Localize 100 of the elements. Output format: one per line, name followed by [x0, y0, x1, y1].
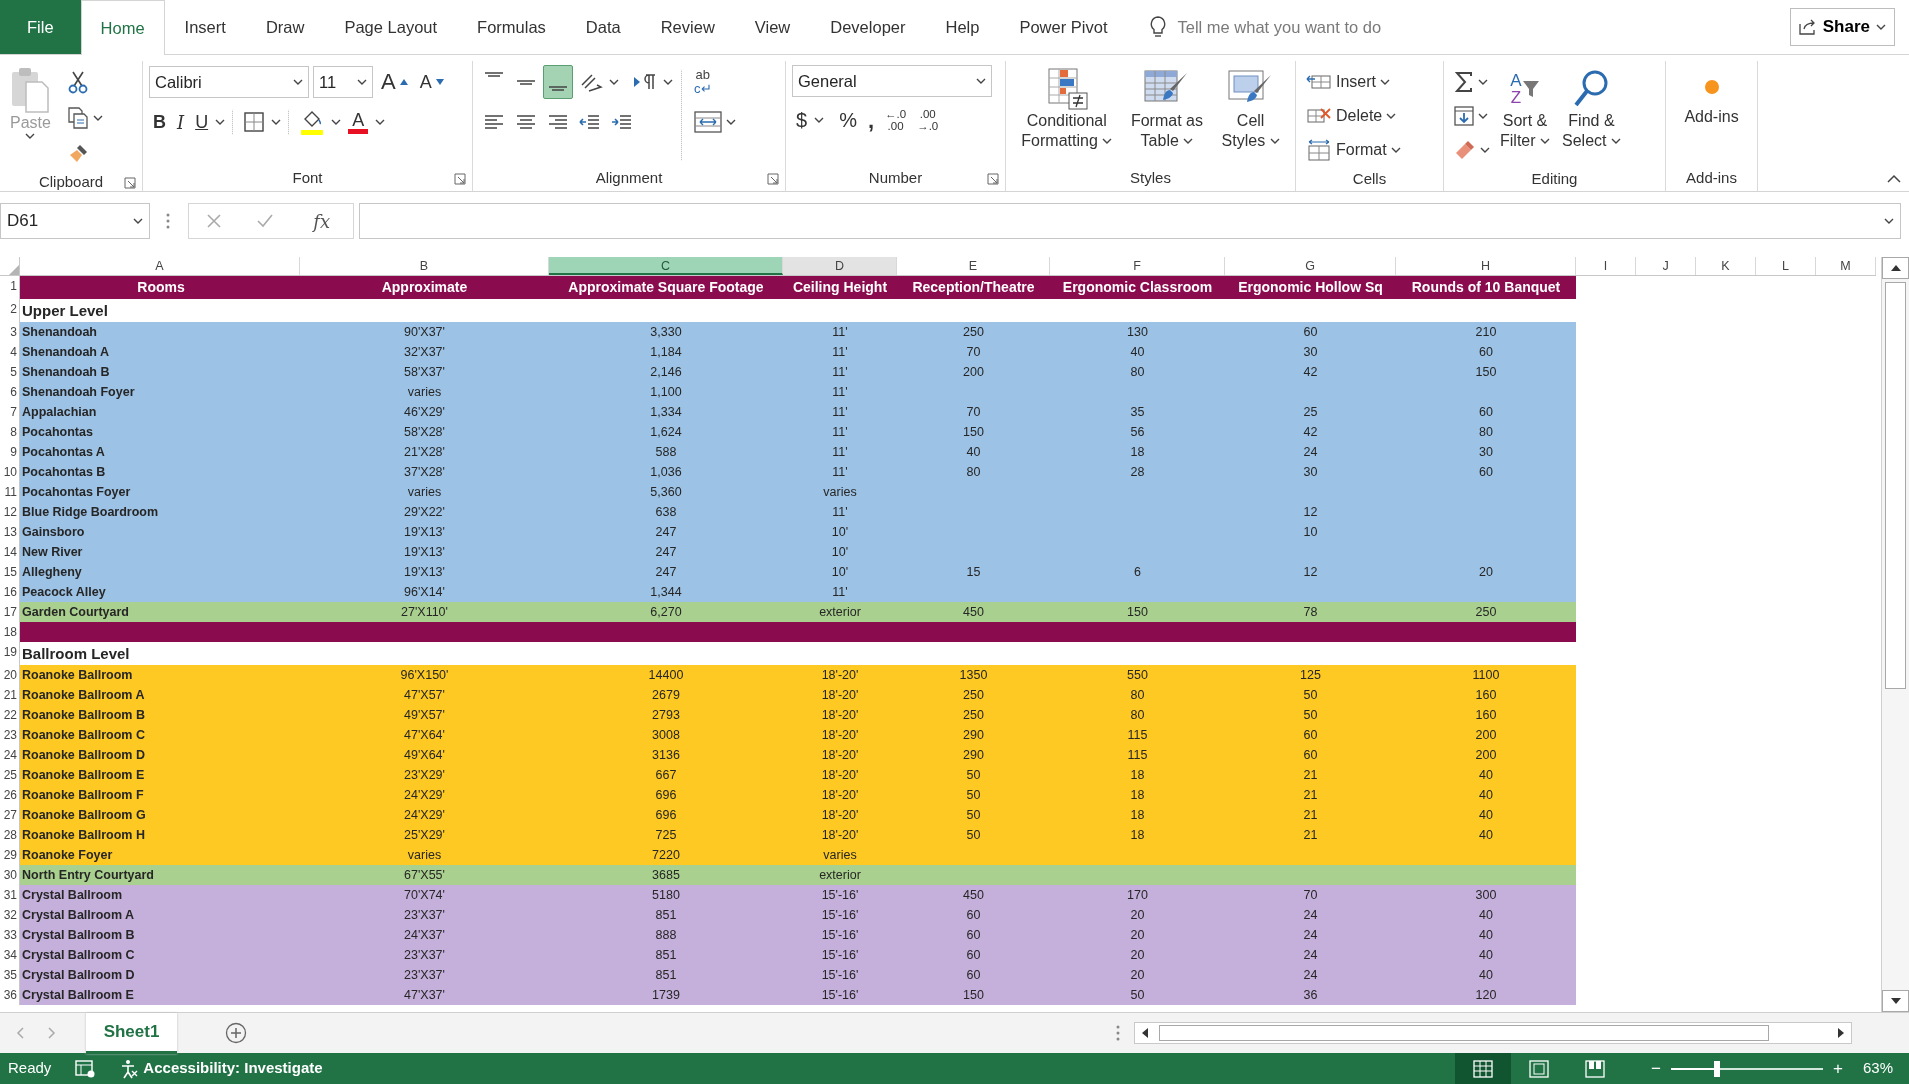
insert-function-button[interactable]: fx — [307, 206, 337, 236]
comma-style-button[interactable]: , — [863, 103, 879, 137]
row-number[interactable]: 19 — [0, 642, 20, 665]
ribbon-tab[interactable]: Data — [565, 0, 641, 54]
ribbon-tab[interactable]: Insert — [164, 0, 246, 54]
tell-me-search-field[interactable]: Tell me what you want to do — [1175, 13, 1416, 41]
table-cell-text: 21'X28' — [403, 444, 446, 461]
triangle-up-icon — [1890, 265, 1901, 271]
column-header[interactable]: D — [783, 257, 897, 275]
table-cell-text: 550 — [1126, 667, 1149, 684]
table-cell-text: 20 — [1129, 967, 1146, 984]
number-format-dropdown[interactable]: General — [792, 65, 992, 97]
font-name-dropdown[interactable]: Calibri — [149, 66, 309, 98]
collapse-ribbon-icon[interactable] — [1887, 174, 1901, 183]
decrease-decimal-button[interactable]: .00 →.0 — [913, 103, 943, 137]
dialog-launcher-icon[interactable] — [124, 177, 136, 190]
find-select-button[interactable]: Find & Select — [1558, 65, 1625, 153]
ribbon-tab[interactable]: Formulas — [457, 0, 566, 54]
table-cell-text: 247 — [654, 524, 678, 541]
table-cell-text: 58'X37' — [403, 364, 446, 381]
table-cell-text: exterior — [818, 867, 862, 884]
table-cell-text: 667 — [654, 767, 678, 784]
caret-icon — [271, 119, 282, 125]
table-cell-text: 3008 — [651, 727, 681, 744]
column-heading: Ergonomic Classroom — [1061, 278, 1214, 297]
table-cell-text: 11' — [831, 404, 849, 421]
conditional-formatting-button[interactable]: Conditional Formatting — [1017, 65, 1117, 153]
file-tab[interactable]: File — [0, 0, 81, 54]
wrap-text-button[interactable]: ab c↵ — [690, 65, 736, 99]
share-button[interactable]: Share — [1789, 8, 1895, 46]
column-header[interactable]: C — [549, 257, 783, 275]
table-cell-text: 3136 — [651, 747, 681, 764]
ribbon-tab[interactable]: Power Pivot — [999, 0, 1128, 54]
sheet-record-icon[interactable] — [75, 1059, 96, 1078]
ribbon-tab[interactable]: Page Layout — [324, 0, 458, 54]
indent-left-icon — [579, 112, 601, 132]
table-cell-text: 40 — [1478, 827, 1494, 844]
table-cell-text: 1,184 — [649, 344, 683, 361]
ribbon-tab[interactable]: Review — [640, 0, 735, 54]
delete-cells-button[interactable]: Delete — [1302, 99, 1401, 133]
caret-icon — [1478, 113, 1488, 119]
underline-button[interactable]: U — [191, 105, 213, 139]
zoom-out-button[interactable]: − — [1647, 1055, 1666, 1082]
zoom-percent[interactable]: 63% — [1862, 1057, 1893, 1080]
row-number[interactable]: 2 — [0, 299, 20, 322]
format-cells-button[interactable]: Format — [1302, 133, 1405, 167]
table-cell-text: 588 — [654, 444, 678, 461]
scrollbar-track[interactable] — [1134, 1022, 1852, 1044]
normal-view-button[interactable] — [1455, 1053, 1512, 1084]
fill-down-icon — [1454, 106, 1474, 126]
table-cell-text: 42 — [1302, 364, 1319, 381]
zoom-slider-thumb[interactable] — [1713, 1060, 1720, 1077]
table-cell-text: 11' — [831, 364, 849, 381]
ribbon-tab[interactable]: Help — [925, 0, 1000, 54]
font-color-button[interactable]: A — [344, 105, 373, 139]
sort-filter-button[interactable]: A Z Sort & Filter — [1496, 65, 1554, 153]
increase-decimal-button[interactable]: ←.0 .00 — [881, 103, 911, 137]
table-cell-text: 18'-20' — [820, 827, 860, 844]
ribbon-tab[interactable]: Developer — [810, 0, 926, 54]
table-cell-text: 247 — [654, 544, 678, 561]
cell-styles-button[interactable]: Cell Styles — [1217, 65, 1284, 153]
percent-button[interactable]: % — [835, 103, 861, 137]
vertical-align-button[interactable] — [543, 65, 573, 99]
ribbon-tab[interactable]: Draw — [245, 0, 325, 54]
dialog-launcher-icon[interactable] — [767, 172, 779, 185]
shrink-font-button[interactable]: A — [415, 65, 448, 99]
name-box[interactable]: D61 — [0, 203, 150, 239]
table-cell-text: 15'-16' — [820, 887, 860, 904]
formula-input[interactable] — [359, 203, 1901, 239]
dialog-launcher-icon[interactable] — [987, 172, 999, 185]
scroll-down-button[interactable] — [1882, 990, 1909, 1012]
table-cell-text: 60 — [965, 907, 982, 924]
table-cell-text: Shenandoah — [21, 324, 98, 341]
bold-button[interactable]: B — [149, 105, 170, 139]
ribbon-tab[interactable]: Home — [80, 0, 165, 55]
table-cell-text: 250 — [1474, 604, 1498, 621]
font-size-dropdown[interactable]: 11 — [313, 66, 373, 98]
accessibility-status[interactable]: Accessibility: Investigate — [143, 1057, 323, 1080]
accessibility-icon[interactable] — [119, 1058, 140, 1079]
ribbon-tab[interactable]: View — [734, 0, 811, 54]
scrollbar-thumb[interactable] — [1159, 1025, 1769, 1041]
sheet-tab[interactable]: Sheet1 — [86, 1012, 177, 1054]
zoom-in-button[interactable]: + — [1829, 1055, 1847, 1082]
insert-cells-button[interactable]: Insert — [1302, 65, 1394, 99]
table-cell-text: 50 — [965, 787, 982, 804]
add-sheet-icon[interactable] — [225, 1022, 247, 1044]
currency-button[interactable]: $ — [792, 103, 812, 137]
table-cell-text: 24 — [1302, 927, 1319, 944]
grow-font-button[interactable]: A — [377, 65, 412, 99]
scrollbar-thumb[interactable] — [1885, 282, 1906, 689]
italic-button[interactable]: I — [173, 105, 189, 139]
dialog-launcher-icon[interactable] — [454, 172, 466, 185]
format-as-table-button[interactable]: Format as Table — [1126, 65, 1207, 153]
align-center-icon — [515, 112, 537, 132]
table-cell-text: Crystal Ballroom — [21, 887, 124, 904]
add-ins-button[interactable]: Add-ins — [1680, 65, 1743, 129]
checkmark-icon[interactable] — [255, 213, 274, 229]
vertical-dots-icon[interactable] — [1116, 1025, 1120, 1041]
caret-icon — [663, 79, 673, 85]
scroll-up-button[interactable] — [1882, 257, 1909, 279]
